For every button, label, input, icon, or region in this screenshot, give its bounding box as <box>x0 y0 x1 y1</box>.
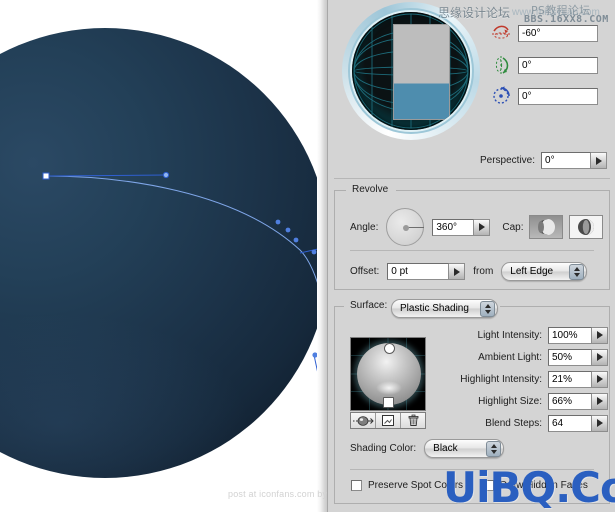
angle-row[interactable]: Angle: 360° Cap: <box>350 208 604 246</box>
watermark-bbs: BBS.16XX8.COM <box>524 14 609 25</box>
new-light-icon <box>382 415 394 426</box>
delete-light-button[interactable] <box>401 413 425 428</box>
blend-steps-row[interactable]: Blend Steps: 64 <box>438 412 608 434</box>
offset-from-arrows <box>569 263 585 280</box>
cap-label: Cap: <box>502 221 524 233</box>
light-intensity-row[interactable]: Light Intensity: 100% <box>438 324 608 346</box>
ambient-light-stepper[interactable] <box>592 348 608 366</box>
path-anchor-selected <box>42 172 50 180</box>
offset-stepper[interactable] <box>449 263 466 280</box>
trackball-sphere[interactable] <box>352 12 470 130</box>
path-handle-point <box>275 219 281 225</box>
cap-hollow-icon <box>578 219 595 235</box>
cap-solid-button[interactable] <box>529 215 564 239</box>
trackball-object-plane[interactable] <box>393 24 450 120</box>
angle-label: Angle: <box>350 221 379 233</box>
path-handle-line <box>45 174 167 177</box>
blend-steps-input[interactable]: 64 <box>548 414 592 432</box>
rotate-z-icon <box>493 86 510 104</box>
revolve-group-title: Revolve <box>348 184 393 195</box>
light-intensity-label: Light Intensity: <box>477 329 542 341</box>
ambient-light-row[interactable]: Ambient Light: 50% <box>438 346 608 368</box>
rotate-x-icon <box>492 25 510 39</box>
shading-color-value: Black <box>433 443 458 454</box>
highlight-intensity-stepper[interactable] <box>592 370 608 388</box>
iconfans-watermark: post at iconfans.com by iconfans <box>228 489 327 499</box>
rotate-y-icon <box>495 56 509 74</box>
position-trackball[interactable] <box>342 2 482 142</box>
light-sphere-preview[interactable] <box>350 337 426 411</box>
watermark-uibq: UiBQ.CoM <box>443 463 615 512</box>
artboard-right-shadow <box>317 0 327 512</box>
rotate-z-input[interactable]: 0° <box>518 87 598 105</box>
shading-color-arrows <box>486 440 502 457</box>
path-handle-point <box>162 171 170 179</box>
light-intensity-input[interactable]: 100% <box>548 326 592 344</box>
light-intensity-stepper[interactable] <box>592 326 608 344</box>
angle-dial[interactable] <box>386 208 425 246</box>
trash-icon <box>408 414 418 426</box>
offset-from-label: from <box>473 266 494 277</box>
rotate-z-row[interactable]: 0° <box>490 85 598 107</box>
panel-divider <box>334 178 610 179</box>
preserve-spot-colors-checkbox[interactable] <box>351 480 362 491</box>
highlight-size-input[interactable]: 66% <box>548 392 592 410</box>
rotate-y-input[interactable]: 0° <box>518 56 598 74</box>
vector-path-overlay[interactable] <box>0 0 327 512</box>
offset-input[interactable]: 0 pt <box>387 263 450 280</box>
blend-steps-label: Blend Steps: <box>485 417 542 429</box>
offset-row[interactable]: Offset: 0 pt from Left Edge <box>350 262 588 281</box>
perspective-row[interactable]: Perspective: 0° <box>480 152 608 169</box>
shading-color-label: Shading Color: <box>350 443 417 454</box>
highlight-intensity-row[interactable]: Highlight Intensity: 21% <box>438 368 608 390</box>
path-anchor <box>293 237 299 243</box>
offset-from-value: Left Edge <box>510 266 554 277</box>
shading-color-row[interactable]: Shading Color: Black <box>350 439 505 458</box>
angle-input[interactable]: 360° <box>432 218 475 236</box>
perspective-input[interactable]: 0° <box>541 152 592 169</box>
revolve-inner-divider <box>350 250 594 251</box>
highlight-size-row[interactable]: Highlight Size: 66% <box>438 390 608 412</box>
highlight-size-stepper[interactable] <box>592 392 608 410</box>
ambient-light-input[interactable]: 50% <box>548 348 592 366</box>
highlight-intensity-input[interactable]: 21% <box>548 370 592 388</box>
surface-fields: Light Intensity: 100% Ambient Light: 50%… <box>438 324 608 434</box>
new-light-button[interactable] <box>376 413 401 428</box>
screenshot-root: post at iconfans.com by iconfans <box>0 0 615 512</box>
light-handle-secondary[interactable] <box>383 397 394 408</box>
perspective-stepper[interactable] <box>591 152 608 169</box>
cap-hollow-button[interactable] <box>569 215 604 239</box>
angle-stepper[interactable] <box>474 218 491 236</box>
illustrator-artboard[interactable]: post at iconfans.com by iconfans <box>0 0 327 512</box>
light-handle-primary[interactable] <box>384 343 395 354</box>
perspective-label: Perspective: <box>480 155 536 166</box>
ambient-light-label: Ambient Light: <box>478 351 542 363</box>
rotate-x-input[interactable]: -60° <box>518 24 598 42</box>
path-handle-point <box>285 227 291 233</box>
move-light-back-button[interactable] <box>351 413 376 428</box>
blend-steps-stepper[interactable] <box>592 414 608 432</box>
shading-color-select[interactable]: Black <box>424 439 505 458</box>
offset-label: Offset: <box>350 266 380 277</box>
highlight-size-label: Highlight Size: <box>478 395 542 407</box>
highlight-intensity-label: Highlight Intensity: <box>460 373 542 385</box>
rotate-x-row[interactable]: -60° <box>490 22 598 44</box>
light-buttons-bar[interactable] <box>350 412 426 429</box>
offset-from-select[interactable]: Left Edge <box>501 262 588 281</box>
watermark-cn-forum: 思缘设计论坛 <box>438 6 511 20</box>
move-light-back-icon <box>353 415 374 426</box>
bezier-path <box>45 175 327 326</box>
cap-solid-icon <box>538 219 556 235</box>
revolve-options-panel[interactable]: -60° 0° 0° Perspective: 0° Revolve Angle… <box>327 0 615 512</box>
path-handle-point <box>311 249 317 255</box>
rotate-y-row[interactable]: 0° <box>490 54 598 76</box>
